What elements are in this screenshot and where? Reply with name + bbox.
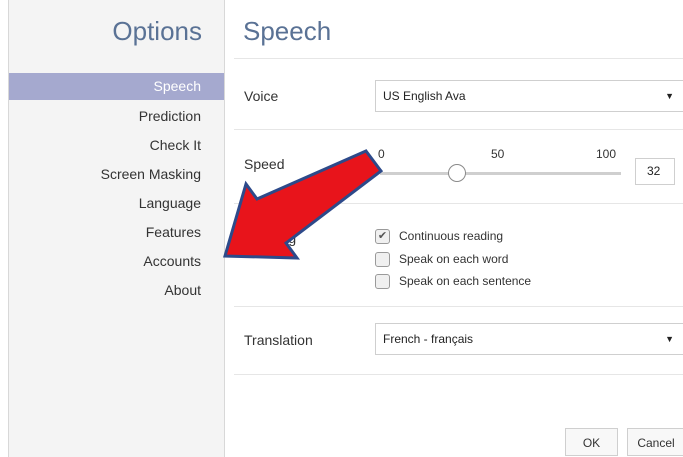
sidebar-item-speech[interactable]: Speech [9, 73, 224, 100]
divider [234, 374, 683, 375]
speak-each-word-label: Speak on each word [399, 252, 509, 266]
divider [234, 306, 683, 307]
voice-select[interactable]: US English Ava ▼ [375, 80, 683, 112]
ok-button[interactable]: OK [565, 428, 618, 456]
speed-value-field[interactable]: 32 [635, 158, 675, 185]
sidebar-title: Options [112, 16, 202, 46]
chevron-down-icon: ▼ [665, 334, 674, 344]
page-title: Speech [243, 16, 332, 46]
sidebar-item-check-it[interactable]: Check It [9, 131, 224, 160]
sidebar-item-prediction[interactable]: Prediction [9, 102, 224, 131]
speak-each-sentence-label: Speak on each sentence [399, 274, 532, 288]
translation-label: Translation [244, 332, 313, 348]
chevron-down-icon: ▼ [665, 91, 674, 101]
speak-each-word-checkbox[interactable] [375, 252, 390, 267]
sidebar-item-features[interactable]: Features [9, 218, 224, 247]
translation-select[interactable]: French - français ▼ [375, 323, 683, 355]
speed-tick-mid: 50 [491, 147, 505, 161]
divider [234, 129, 683, 130]
speed-slider-thumb[interactable] [448, 164, 467, 182]
divider [234, 58, 683, 59]
continuous-reading-checkbox[interactable]: ✔ [375, 229, 390, 244]
translation-select-value: French - français [383, 332, 474, 346]
speed-slider-track[interactable] [380, 172, 621, 175]
voice-label: Voice [244, 88, 279, 104]
reading-label: Reading [244, 230, 297, 246]
continuous-reading-label: Continuous reading [399, 229, 504, 243]
sidebar-nav: Speech Prediction Check It Screen Maskin… [9, 73, 224, 305]
sidebar-item-screen-masking[interactable]: Screen Masking [9, 160, 224, 189]
sidebar-item-about[interactable]: About [9, 276, 224, 305]
sidebar-item-accounts[interactable]: Accounts [9, 247, 224, 276]
speed-label: Speed [244, 156, 285, 172]
speed-tick-min: 0 [378, 147, 385, 161]
divider [234, 203, 683, 204]
cancel-button[interactable]: Cancel [627, 428, 683, 456]
sidebar: Options Speech Prediction Check It Scree… [8, 0, 225, 457]
speak-each-sentence-checkbox[interactable] [375, 274, 390, 289]
speed-tick-max: 100 [596, 147, 617, 161]
voice-select-value: US English Ava [383, 89, 466, 103]
sidebar-item-language[interactable]: Language [9, 189, 224, 218]
